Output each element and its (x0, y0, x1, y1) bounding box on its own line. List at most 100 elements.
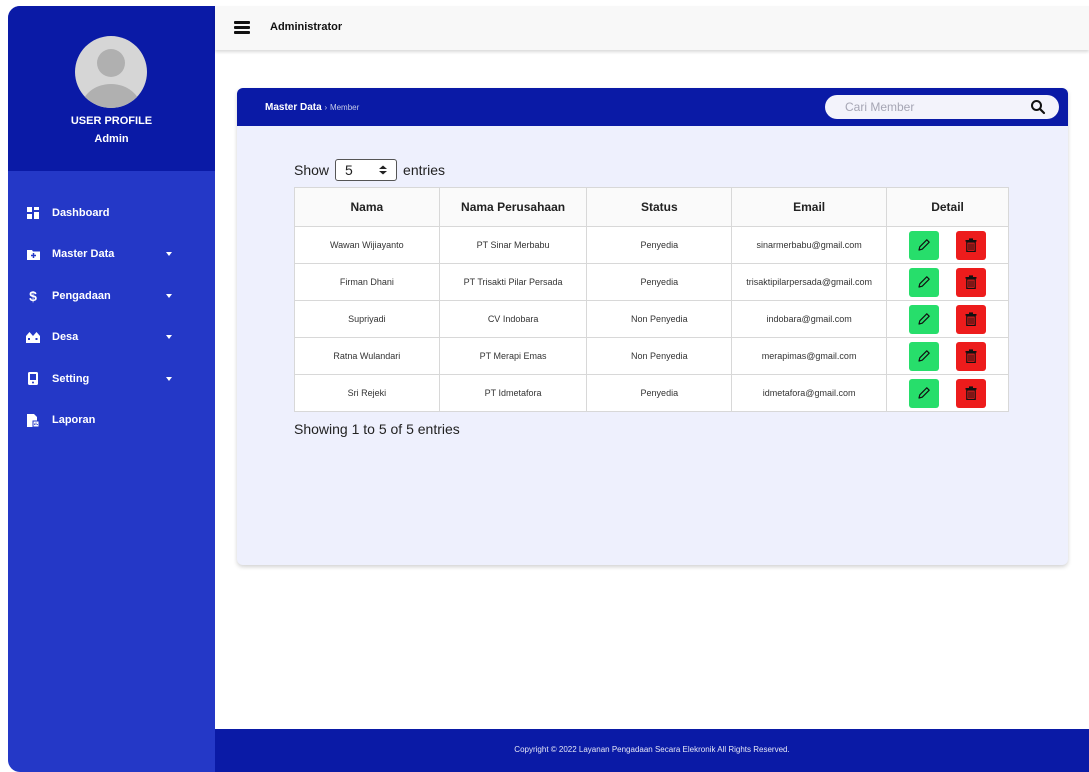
edit-button[interactable] (909, 341, 940, 371)
sidebar-item-label: Setting (52, 372, 90, 385)
report-icon (26, 413, 40, 427)
sidebar-item-label: Master Data (52, 248, 115, 261)
card-header: Master Data › Member (237, 88, 1068, 126)
sidebar-item-label: Desa (52, 331, 79, 344)
cell-email: trisaktipilarpersada@gmail.com (731, 263, 888, 301)
breadcrumb-separator: › (324, 103, 328, 112)
member-table: Nama Nama Perusahaan Status Email Detail… (294, 187, 1009, 412)
pencil-icon (918, 350, 930, 362)
trash-icon (965, 312, 977, 326)
sidebar-item-dashboard[interactable]: Dashboard (8, 192, 215, 234)
footer: Copyright © 2022 Layanan Pengadaan Secar… (215, 729, 1089, 772)
breadcrumb: Master Data › Member (265, 102, 359, 113)
village-icon (26, 330, 40, 344)
cell-detail (886, 263, 1009, 301)
table-row: Sri Rejeki PT Idmetafora Penyedia idmeta… (294, 374, 1009, 412)
copyright-text: Copyright © 2022 Layanan Pengadaan Secar… (514, 745, 790, 754)
cell-email: merapimas@gmail.com (731, 337, 888, 375)
cell-nama: Firman Dhani (294, 263, 440, 301)
cell-perusahaan: PT Idmetafora (438, 374, 588, 412)
table-header-row: Nama Nama Perusahaan Status Email Detail (294, 187, 1009, 227)
dashboard-icon (26, 206, 40, 220)
delete-button[interactable] (956, 230, 987, 260)
entries-select[interactable]: 5 (335, 159, 398, 181)
sidebar: USER PROFILE Admin Dashboard Master Data… (8, 6, 215, 772)
search-input[interactable] (837, 95, 1027, 119)
trash-icon (965, 386, 977, 400)
folder-plus-icon (26, 247, 40, 261)
column-header-status[interactable]: Status (586, 187, 733, 227)
edit-button[interactable] (909, 230, 940, 260)
cell-detail (886, 226, 1009, 264)
column-header-nama-perusahaan[interactable]: Nama Perusahaan (438, 187, 588, 227)
profile-name: Admin (94, 133, 129, 145)
column-header-nama[interactable]: Nama (294, 187, 440, 227)
entries-control: Show 5 entries (294, 159, 445, 181)
avatar-head (97, 49, 125, 77)
cell-perusahaan: CV Indobara (438, 300, 588, 338)
cell-status: Penyedia (586, 374, 733, 412)
profile-role: USER PROFILE (70, 115, 153, 127)
cell-status: Non Penyedia (586, 300, 733, 338)
cell-status: Non Penyedia (586, 337, 733, 375)
sidebar-item-label: Dashboard (52, 206, 110, 219)
sidebar-item-laporan[interactable]: Laporan (8, 400, 215, 442)
delete-button[interactable] (956, 341, 987, 371)
entries-select-value: 5 (345, 162, 353, 178)
sidebar-item-pengadaan[interactable]: $ Pengadaan (8, 275, 215, 317)
sidebar-item-desa[interactable]: Desa (8, 317, 215, 359)
pencil-icon (918, 239, 930, 251)
user-profile-panel: USER PROFILE Admin (8, 6, 215, 171)
dollar-icon: $ (29, 287, 37, 304)
cell-email: indobara@gmail.com (731, 300, 888, 338)
cell-detail (886, 337, 1009, 375)
delete-button[interactable] (956, 304, 987, 334)
show-label: Show (294, 162, 330, 178)
cell-status: Penyedia (586, 263, 733, 301)
sidebar-item-label: Pengadaan (52, 289, 111, 302)
cell-detail (886, 374, 1009, 412)
avatar-body (81, 84, 141, 108)
caret-down-icon (166, 376, 172, 381)
edit-button[interactable] (909, 304, 940, 334)
menu-toggle-icon[interactable] (234, 21, 250, 34)
trash-icon (965, 275, 977, 289)
column-header-detail: Detail (886, 187, 1009, 227)
search-icon[interactable] (1030, 99, 1046, 115)
caret-down-icon (166, 293, 172, 298)
table-row: Ratna Wulandari PT Merapi Emas Non Penye… (294, 337, 1009, 375)
trash-icon (965, 349, 977, 363)
page-title: Administrator (270, 21, 343, 33)
cell-status: Penyedia (586, 226, 733, 264)
sidebar-nav: Dashboard Master Data $ Pengadaan Desa S… (8, 192, 215, 441)
avatar[interactable] (75, 36, 147, 108)
cell-perusahaan: PT Trisakti Pilar Persada (438, 263, 588, 301)
delete-button[interactable] (956, 267, 987, 297)
edit-button[interactable] (909, 378, 940, 408)
caret-down-icon (166, 252, 172, 257)
delete-button[interactable] (956, 378, 987, 408)
sidebar-item-setting[interactable]: Setting (8, 358, 215, 400)
breadcrumb-current: Member (329, 103, 360, 112)
member-card: Master Data › Member Show 5 entries (237, 88, 1068, 565)
table-row: Wawan Wijiayanto PT Sinar Merbabu Penyed… (294, 226, 1009, 264)
edit-button[interactable] (909, 267, 940, 297)
pencil-icon (918, 313, 930, 325)
table-row: Firman Dhani PT Trisakti Pilar Persada P… (294, 263, 1009, 301)
cell-nama: Supriyadi (294, 300, 440, 338)
cell-perusahaan: PT Merapi Emas (438, 337, 588, 375)
select-arrows-icon (379, 165, 388, 175)
device-icon (26, 372, 40, 386)
sidebar-item-master-data[interactable]: Master Data (8, 234, 215, 276)
column-header-email[interactable]: Email (731, 187, 888, 227)
cell-nama: Wawan Wijiayanto (294, 226, 440, 264)
breadcrumb-master-data[interactable]: Master Data (265, 102, 322, 113)
trash-icon (965, 238, 977, 252)
cell-email: sinarmerbabu@gmail.com (731, 226, 888, 264)
top-bar: Administrator (215, 6, 1089, 50)
search-box (825, 95, 1059, 119)
pencil-icon (918, 276, 930, 288)
app-root: USER PROFILE Admin Dashboard Master Data… (0, 0, 1089, 772)
cell-email: idmetafora@gmail.com (731, 374, 888, 412)
pagination-info: Showing 1 to 5 of 5 entries (294, 421, 460, 437)
